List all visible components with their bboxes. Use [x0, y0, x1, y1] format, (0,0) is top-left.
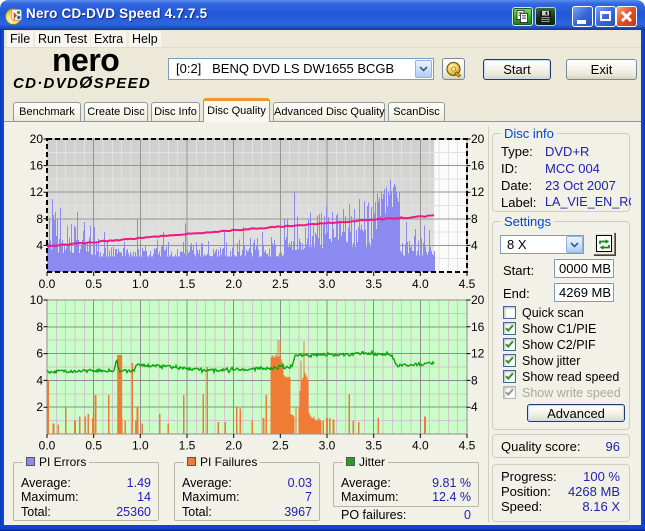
svg-text:3.0: 3.0 [319, 277, 336, 291]
svg-text:3.5: 3.5 [365, 439, 382, 453]
svg-text:20: 20 [30, 132, 44, 146]
svg-text:1.5: 1.5 [179, 439, 196, 453]
svg-text:8: 8 [36, 212, 43, 226]
svg-text:8: 8 [471, 212, 478, 226]
svg-text:10: 10 [30, 293, 44, 307]
svg-text:0.5: 0.5 [85, 439, 102, 453]
svg-text:1.0: 1.0 [132, 439, 149, 453]
svg-text:2.5: 2.5 [272, 439, 289, 453]
svg-text:4.5: 4.5 [459, 277, 476, 291]
svg-text:4: 4 [471, 238, 478, 252]
svg-text:8: 8 [36, 320, 43, 334]
svg-text:2.0: 2.0 [225, 277, 242, 291]
svg-text:3.0: 3.0 [319, 439, 336, 453]
svg-text:2.0: 2.0 [225, 439, 242, 453]
svg-text:8: 8 [471, 373, 478, 387]
svg-text:4.5: 4.5 [459, 439, 476, 453]
svg-text:1.5: 1.5 [179, 277, 196, 291]
svg-text:4: 4 [471, 400, 478, 414]
svg-text:4.0: 4.0 [412, 439, 429, 453]
svg-text:12: 12 [471, 185, 485, 199]
svg-text:12: 12 [30, 185, 44, 199]
svg-text:6: 6 [36, 347, 43, 361]
svg-text:4: 4 [36, 373, 43, 387]
svg-text:0.5: 0.5 [85, 277, 102, 291]
svg-text:16: 16 [471, 320, 485, 334]
svg-text:1.0: 1.0 [132, 277, 149, 291]
svg-text:3.5: 3.5 [365, 277, 382, 291]
svg-text:20: 20 [471, 293, 485, 307]
svg-text:0.0: 0.0 [39, 439, 56, 453]
svg-text:2.5: 2.5 [272, 277, 289, 291]
svg-text:2: 2 [36, 400, 43, 414]
svg-text:0.0: 0.0 [39, 277, 56, 291]
svg-text:16: 16 [471, 159, 485, 173]
svg-text:16: 16 [30, 159, 44, 173]
svg-text:4.0: 4.0 [412, 277, 429, 291]
svg-text:12: 12 [471, 347, 485, 361]
svg-text:20: 20 [471, 132, 485, 146]
svg-text:4: 4 [36, 238, 43, 252]
